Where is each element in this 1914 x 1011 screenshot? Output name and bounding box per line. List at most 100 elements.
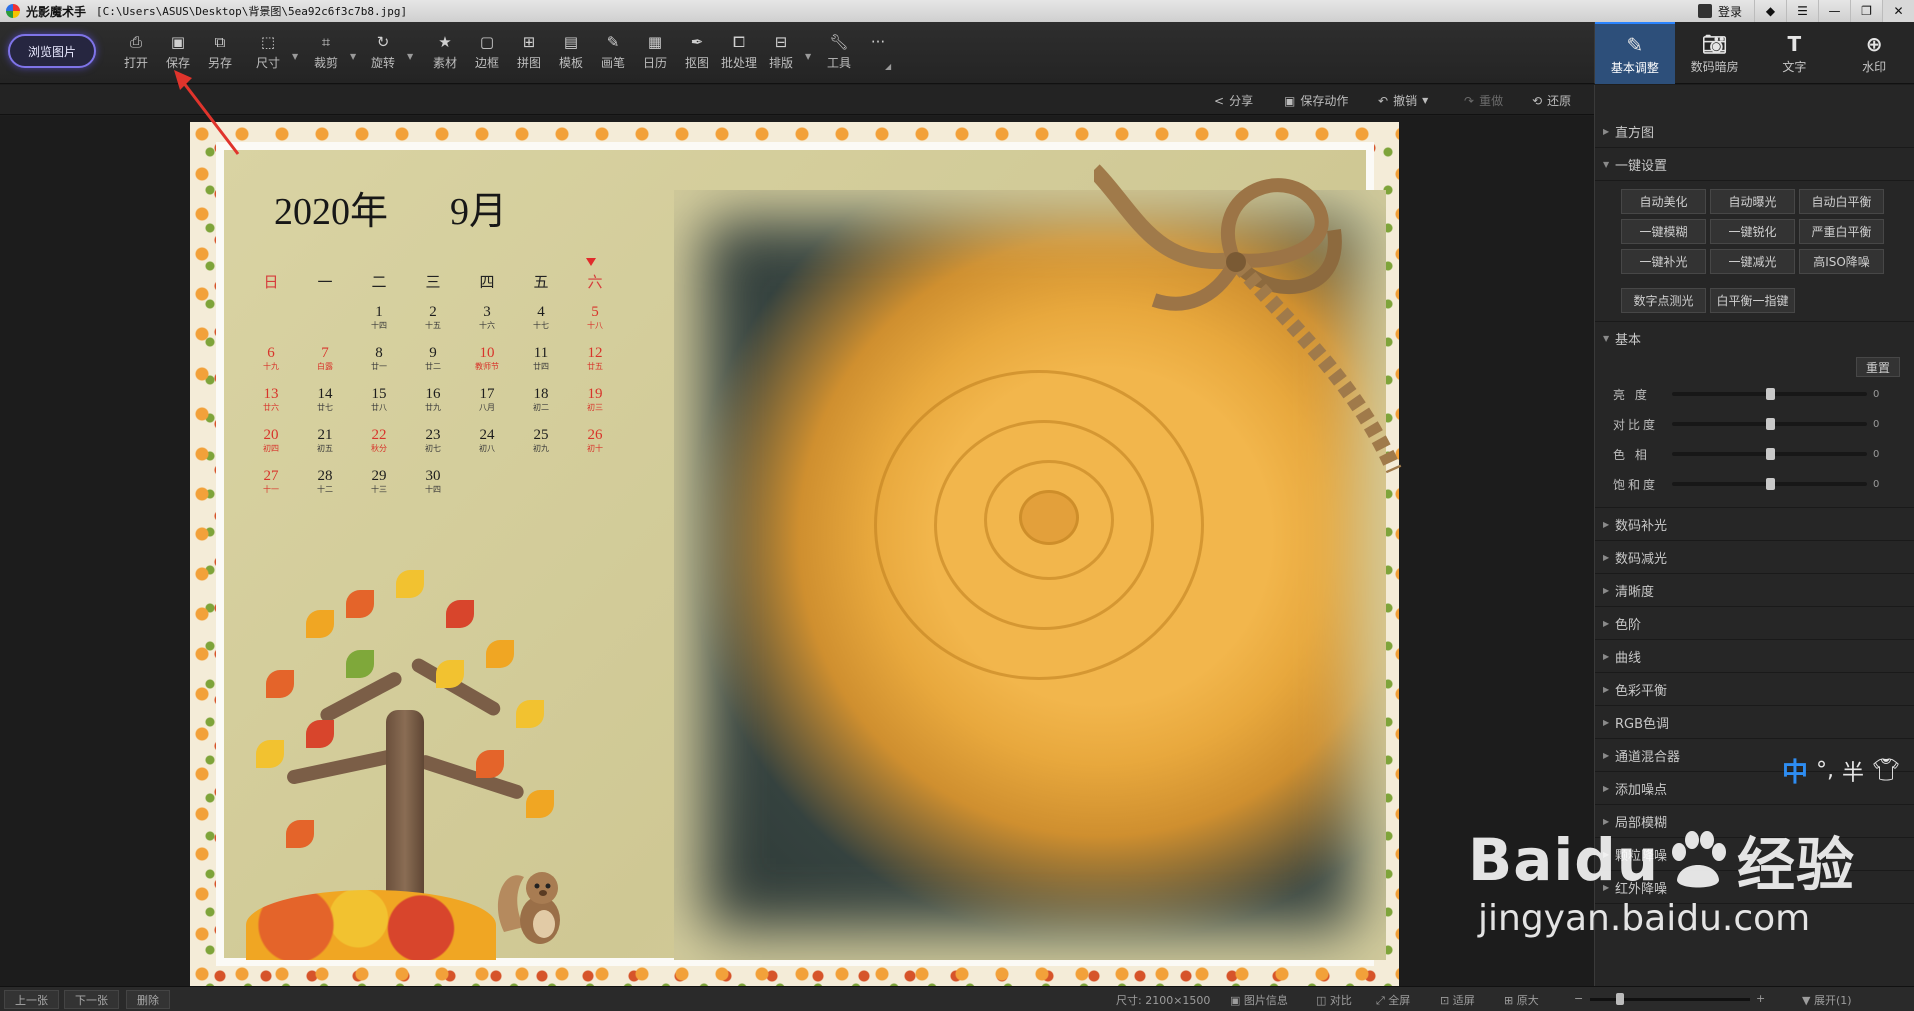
layout-button[interactable]: ⊟ 排版 bbox=[761, 32, 801, 76]
slider-knob[interactable] bbox=[1765, 448, 1775, 460]
high-iso-denoise-button[interactable]: 高ISO降噪 bbox=[1799, 249, 1884, 274]
one-click-sharpen-button[interactable]: 一键锐化 bbox=[1710, 219, 1795, 244]
expand-filmstrip-button[interactable]: ▼ 展开(1) bbox=[1802, 992, 1852, 1008]
slider-knob[interactable] bbox=[1765, 478, 1775, 490]
restore-original-button[interactable]: ⟲ 还原 bbox=[1532, 92, 1571, 109]
border-button[interactable]: ▢ 边框 bbox=[467, 32, 507, 76]
tab-basic-adjust[interactable]: ✎ 基本调整 bbox=[1595, 22, 1675, 84]
ime-half-width[interactable]: 半 bbox=[1842, 755, 1864, 787]
previous-image-button[interactable]: 上一张 bbox=[4, 990, 59, 1009]
tab-digital-darkroom[interactable]: 📷︎ 数码暗房 bbox=[1675, 22, 1755, 84]
lunar-date: 十三 bbox=[371, 485, 387, 494]
crop-dropdown-icon[interactable]: ▼ bbox=[350, 52, 356, 61]
fullscreen-button[interactable]: ⤢ 全屏 bbox=[1376, 992, 1410, 1008]
slider-knob[interactable] bbox=[1765, 388, 1775, 400]
severe-white-balance-button[interactable]: 严重白平衡 bbox=[1799, 219, 1884, 244]
delete-button[interactable]: 删除 bbox=[126, 990, 170, 1009]
share-button[interactable]: < 分享 bbox=[1214, 92, 1253, 109]
close-button[interactable]: ✕ bbox=[1882, 0, 1914, 22]
user-avatar-icon bbox=[1697, 4, 1712, 18]
crop-button[interactable]: ⌗ 裁剪 bbox=[306, 32, 346, 76]
day-number: 5 bbox=[591, 304, 599, 320]
panel-section[interactable]: ▶ RGB色调 bbox=[1595, 706, 1914, 739]
lunar-date: 廿二 bbox=[425, 362, 441, 371]
save-action-button[interactable]: ▣ 保存动作 bbox=[1284, 92, 1348, 109]
section-label: 通道混合器 bbox=[1615, 749, 1681, 765]
tools-button[interactable]: 🔧︎ 工具 bbox=[819, 32, 859, 76]
panel-section[interactable]: ▶ 色阶 bbox=[1595, 607, 1914, 640]
slider-value: 0 bbox=[1873, 478, 1880, 490]
layout-dropdown-icon[interactable]: ▼ bbox=[805, 52, 811, 61]
panel-section[interactable]: ▶ 色彩平衡 bbox=[1595, 673, 1914, 706]
menu-icon[interactable]: ☰ bbox=[1786, 0, 1818, 22]
batch-button[interactable]: ⧠ 批处理 bbox=[719, 32, 759, 76]
auto-exposure-button[interactable]: 自动曝光 bbox=[1710, 189, 1795, 214]
ime-punctuation[interactable]: °, bbox=[1816, 758, 1834, 783]
tab-text[interactable]: T 文字 bbox=[1755, 22, 1835, 84]
photo-white-border: 2020年 9月 日一二三四五六 1 十四 2 十五 3 十六 4 十七 5 十八 6 十九 7 白露 8 廿一… bbox=[216, 142, 1402, 966]
calendar-photo[interactable]: 2020年 9月 日一二三四五六 1 十四 2 十五 3 十六 4 十七 5 十八 6 十九 7 白露 8 廿一… bbox=[190, 122, 1402, 986]
more-button[interactable]: ··· bbox=[858, 32, 898, 76]
section-label: 曲线 bbox=[1615, 650, 1642, 666]
auto-white-balance-button[interactable]: 自动白平衡 bbox=[1799, 189, 1884, 214]
rotate-dropdown-icon[interactable]: ▼ bbox=[407, 52, 413, 61]
zoom-in-icon[interactable]: + bbox=[1756, 992, 1765, 1005]
collapse-arrow-icon: ▼ bbox=[1603, 334, 1610, 343]
one-click-reduce-light-button[interactable]: 一键减光 bbox=[1710, 249, 1795, 274]
zoom-slider-knob[interactable] bbox=[1616, 993, 1624, 1005]
leaf bbox=[306, 610, 334, 638]
collage-button[interactable]: ⊞ 拼图 bbox=[509, 32, 549, 76]
fit-screen-button[interactable]: ⊡ 适屏 bbox=[1440, 992, 1475, 1008]
section-basic[interactable]: ▼ 基本 bbox=[1595, 322, 1914, 355]
day-number: 16 bbox=[425, 386, 441, 402]
zoom-out-icon[interactable]: − bbox=[1574, 992, 1583, 1005]
calendar-button[interactable]: ▦ 日历 bbox=[635, 32, 675, 76]
compare-button[interactable]: ◫ 对比 bbox=[1316, 992, 1352, 1008]
section-histogram[interactable]: ▶ 直方图 bbox=[1595, 115, 1914, 148]
zoom-slider[interactable] bbox=[1590, 993, 1750, 1005]
next-image-button[interactable]: 下一张 bbox=[64, 990, 119, 1009]
original-size-button[interactable]: ⊞ 原大 bbox=[1504, 992, 1539, 1008]
leaf bbox=[486, 640, 514, 668]
panel-section[interactable]: ▶ 数码补光 bbox=[1595, 508, 1914, 541]
reset-button[interactable]: 重置 bbox=[1856, 357, 1900, 377]
ime-status-bar[interactable]: 中 °, 半 👕︎ bbox=[1782, 752, 1900, 789]
day-number: 4 bbox=[537, 304, 545, 320]
resize-dropdown-icon[interactable]: ▼ bbox=[292, 52, 298, 61]
panel-section[interactable]: ▶ 曲线 bbox=[1595, 640, 1914, 673]
open-button[interactable]: ⎙ 打开 bbox=[116, 32, 156, 76]
auto-enhance-button[interactable]: 自动美化 bbox=[1621, 189, 1706, 214]
brush-button[interactable]: ✎ 画笔 bbox=[593, 32, 633, 76]
one-click-blur-button[interactable]: 一键模糊 bbox=[1621, 219, 1706, 244]
resize-button[interactable]: ⬚ 尺寸 bbox=[248, 32, 288, 76]
brush-icon: ✎ bbox=[606, 33, 620, 51]
slider-knob[interactable] bbox=[1765, 418, 1775, 430]
section-one-click[interactable]: ▼ 一键设置 bbox=[1595, 148, 1914, 181]
panel-section[interactable]: ▶ 数码减光 bbox=[1595, 541, 1914, 574]
browse-images-button[interactable]: 浏览图片 bbox=[8, 34, 96, 68]
white-balance-picker-button[interactable]: 白平衡一指键 bbox=[1710, 288, 1795, 313]
restore-button[interactable]: ❐ bbox=[1850, 0, 1882, 22]
minimize-button[interactable]: — bbox=[1818, 0, 1850, 22]
material-button[interactable]: ★ 素材 bbox=[425, 32, 465, 76]
spot-metering-button[interactable]: 数字点测光 bbox=[1621, 288, 1706, 313]
login-button[interactable]: 登录 bbox=[1686, 0, 1754, 22]
lunar-date: 廿七 bbox=[317, 403, 333, 412]
one-click-fill-light-button[interactable]: 一键补光 bbox=[1621, 249, 1706, 274]
undo-button[interactable]: ↶ 撤销 ▼ bbox=[1378, 92, 1428, 109]
tab-watermark[interactable]: ⊕ 水印 bbox=[1834, 22, 1914, 84]
template-button[interactable]: ▤ 模板 bbox=[551, 32, 591, 76]
lunar-date: 初八 bbox=[479, 444, 495, 453]
undo-dropdown-icon[interactable]: ▼ bbox=[1422, 96, 1428, 105]
panel-section[interactable]: ▶ 清晰度 bbox=[1595, 574, 1914, 607]
slider-label: 亮 度 bbox=[1613, 387, 1650, 402]
ime-skin-icon[interactable]: 👕︎ bbox=[1872, 758, 1900, 783]
redo-button[interactable]: ↷ 重做 bbox=[1464, 92, 1503, 109]
skin-icon[interactable]: ◆ bbox=[1754, 0, 1786, 22]
ime-chinese-mode[interactable]: 中 bbox=[1782, 752, 1808, 789]
cutout-button[interactable]: ✒ 抠图 bbox=[677, 32, 717, 76]
app-name: 光影魔术手 bbox=[26, 4, 87, 19]
image-info-button[interactable]: ▣ 图片信息 bbox=[1230, 992, 1288, 1008]
rotate-button[interactable]: ↻ 旋转 bbox=[363, 32, 403, 76]
slider-label: 色 相 bbox=[1613, 447, 1650, 462]
